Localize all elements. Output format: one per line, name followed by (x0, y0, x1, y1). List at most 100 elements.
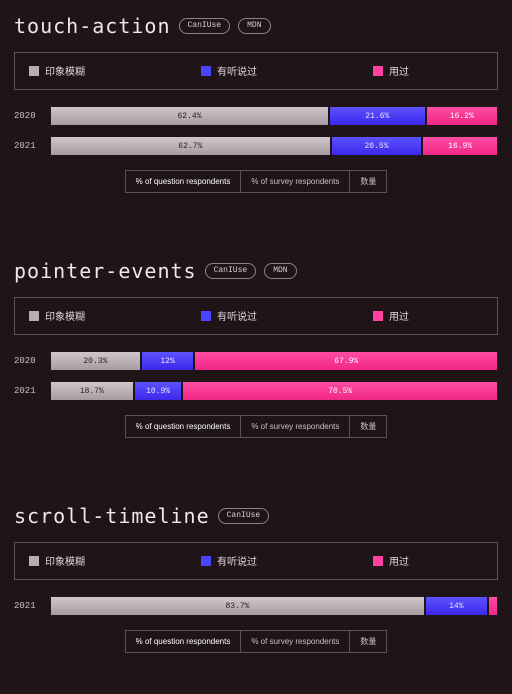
segment-blue[interactable]: 20.5% (331, 136, 423, 156)
segment-blue[interactable]: 21.6% (329, 106, 426, 126)
segment-pink[interactable]: 67.9% (194, 351, 498, 371)
swatch-used (373, 556, 383, 566)
segment-gray[interactable]: 62.7% (50, 136, 331, 156)
stacked-bar: 18.7% 10.9% 70.5% (50, 381, 498, 401)
segment-pink[interactable]: 70.5% (182, 381, 498, 401)
chart-section: scroll-timeline CanIUse 印象模糊 有听说过 用过 2021 83.7… (0, 490, 512, 659)
legend-item-heard[interactable]: 有听说过 (201, 63, 343, 79)
caniuse-link[interactable]: CanIUse (179, 18, 231, 34)
swatch-never_heard (29, 556, 39, 566)
stacked-bar: 62.4% 21.6% 16.2% (50, 106, 498, 126)
segment-value: 12% (160, 357, 174, 366)
segment-value: 20.3% (83, 357, 107, 366)
legend: 印象模糊 有听说过 用过 (14, 52, 498, 90)
segment-blue[interactable]: 12% (141, 351, 195, 371)
tab-count[interactable]: 数量 (350, 415, 387, 438)
stacked-bar: 20.3% 12% 67.9% (50, 351, 498, 371)
section-title: touch-action (14, 14, 171, 38)
legend-label: 有听说过 (217, 553, 257, 569)
segment-value: 10.9% (146, 387, 170, 396)
tab-count[interactable]: 数量 (350, 170, 387, 193)
segment-value: 62.4% (177, 112, 201, 121)
segment-pink[interactable]: 16.2% (426, 106, 498, 126)
swatch-used (373, 66, 383, 76)
segment-value: 20.5% (364, 142, 388, 151)
year-label: 2020 (14, 356, 42, 366)
legend-label: 用过 (389, 553, 409, 569)
unit-tabs: % of question respondents% of survey res… (14, 630, 498, 653)
mdn-link[interactable]: MDN (238, 18, 270, 34)
legend-label: 有听说过 (217, 308, 257, 324)
swatch-heard (201, 556, 211, 566)
year-label: 2021 (14, 141, 42, 151)
legend-item-never_heard[interactable]: 印象模糊 (29, 553, 171, 569)
tab-survey[interactable]: % of survey respondents (241, 415, 350, 438)
segment-value: 67.9% (334, 357, 358, 366)
bar-row: 2020 62.4% 21.6% 16.2% (14, 106, 498, 126)
legend-item-never_heard[interactable]: 印象模糊 (29, 63, 171, 79)
tab-question[interactable]: % of question respondents (125, 630, 242, 653)
legend: 印象模糊 有听说过 用过 (14, 542, 498, 580)
bar-row: 2021 62.7% 20.5% 16.9% (14, 136, 498, 156)
bars-container: 2020 20.3% 12% 67.9% 2021 18.7% 10.9% 70.5% (14, 351, 498, 401)
swatch-never_heard (29, 311, 39, 321)
legend-item-used[interactable]: 用过 (373, 308, 483, 324)
legend: 印象模糊 有听说过 用过 (14, 297, 498, 335)
bar-row: 2020 20.3% 12% 67.9% (14, 351, 498, 371)
bars-container: 2020 62.4% 21.6% 16.2% 2021 62.7% 20.5% 16.9% (14, 106, 498, 156)
segment-value: 18.7% (80, 387, 104, 396)
swatch-never_heard (29, 66, 39, 76)
legend-item-heard[interactable]: 有听说过 (201, 553, 343, 569)
year-label: 2020 (14, 111, 42, 121)
swatch-used (373, 311, 383, 321)
section-title: pointer-events (14, 259, 197, 283)
legend-item-used[interactable]: 用过 (373, 553, 483, 569)
heading-row: touch-action CanIUse MDN (14, 14, 498, 38)
legend-item-used[interactable]: 用过 (373, 63, 483, 79)
segment-value: 83.7% (225, 602, 249, 611)
tab-count[interactable]: 数量 (350, 630, 387, 653)
segment-blue[interactable]: 10.9% (134, 381, 183, 401)
year-label: 2021 (14, 601, 42, 611)
segment-gray[interactable]: 20.3% (50, 351, 141, 371)
stacked-bar: 62.7% 20.5% 16.9% (50, 136, 498, 156)
segment-pink[interactable]: 16.9% (422, 136, 498, 156)
bar-row: 2021 83.7% 14% (14, 596, 498, 616)
heading-row: scroll-timeline CanIUse (14, 504, 498, 528)
segment-value: 21.6% (365, 112, 389, 121)
unit-tabs: % of question respondents% of survey res… (14, 415, 498, 438)
heading-row: pointer-events CanIUse MDN (14, 259, 498, 283)
legend-label: 印象模糊 (45, 553, 85, 569)
caniuse-link[interactable]: CanIUse (205, 263, 257, 279)
segment-value: 62.7% (178, 142, 202, 151)
legend-item-never_heard[interactable]: 印象模糊 (29, 308, 171, 324)
segment-value: 16.9% (448, 142, 472, 151)
unit-tabs: % of question respondents% of survey res… (14, 170, 498, 193)
legend-item-heard[interactable]: 有听说过 (201, 308, 343, 324)
segment-gray[interactable]: 62.4% (50, 106, 329, 126)
segment-value: 70.5% (328, 387, 352, 396)
swatch-heard (201, 311, 211, 321)
swatch-heard (201, 66, 211, 76)
segment-value: 14% (449, 602, 463, 611)
segment-pink[interactable] (488, 596, 498, 616)
legend-label: 印象模糊 (45, 308, 85, 324)
legend-label: 有听说过 (217, 63, 257, 79)
section-title: scroll-timeline (14, 504, 210, 528)
bar-row: 2021 18.7% 10.9% 70.5% (14, 381, 498, 401)
legend-label: 印象模糊 (45, 63, 85, 79)
mdn-link[interactable]: MDN (264, 263, 296, 279)
segment-gray[interactable]: 83.7% (50, 596, 425, 616)
bars-container: 2021 83.7% 14% (14, 596, 498, 616)
tab-question[interactable]: % of question respondents (125, 170, 242, 193)
year-label: 2021 (14, 386, 42, 396)
legend-label: 用过 (389, 308, 409, 324)
segment-blue[interactable]: 14% (425, 596, 488, 616)
chart-section: pointer-eventsCanIUseMDN印象模糊有听说过用过202020… (0, 245, 512, 444)
tab-survey[interactable]: % of survey respondents (241, 170, 350, 193)
tab-question[interactable]: % of question respondents (125, 415, 242, 438)
caniuse-link[interactable]: CanIUse (218, 508, 270, 524)
legend-label: 用过 (389, 63, 409, 79)
tab-survey[interactable]: % of survey respondents (241, 630, 350, 653)
segment-gray[interactable]: 18.7% (50, 381, 134, 401)
